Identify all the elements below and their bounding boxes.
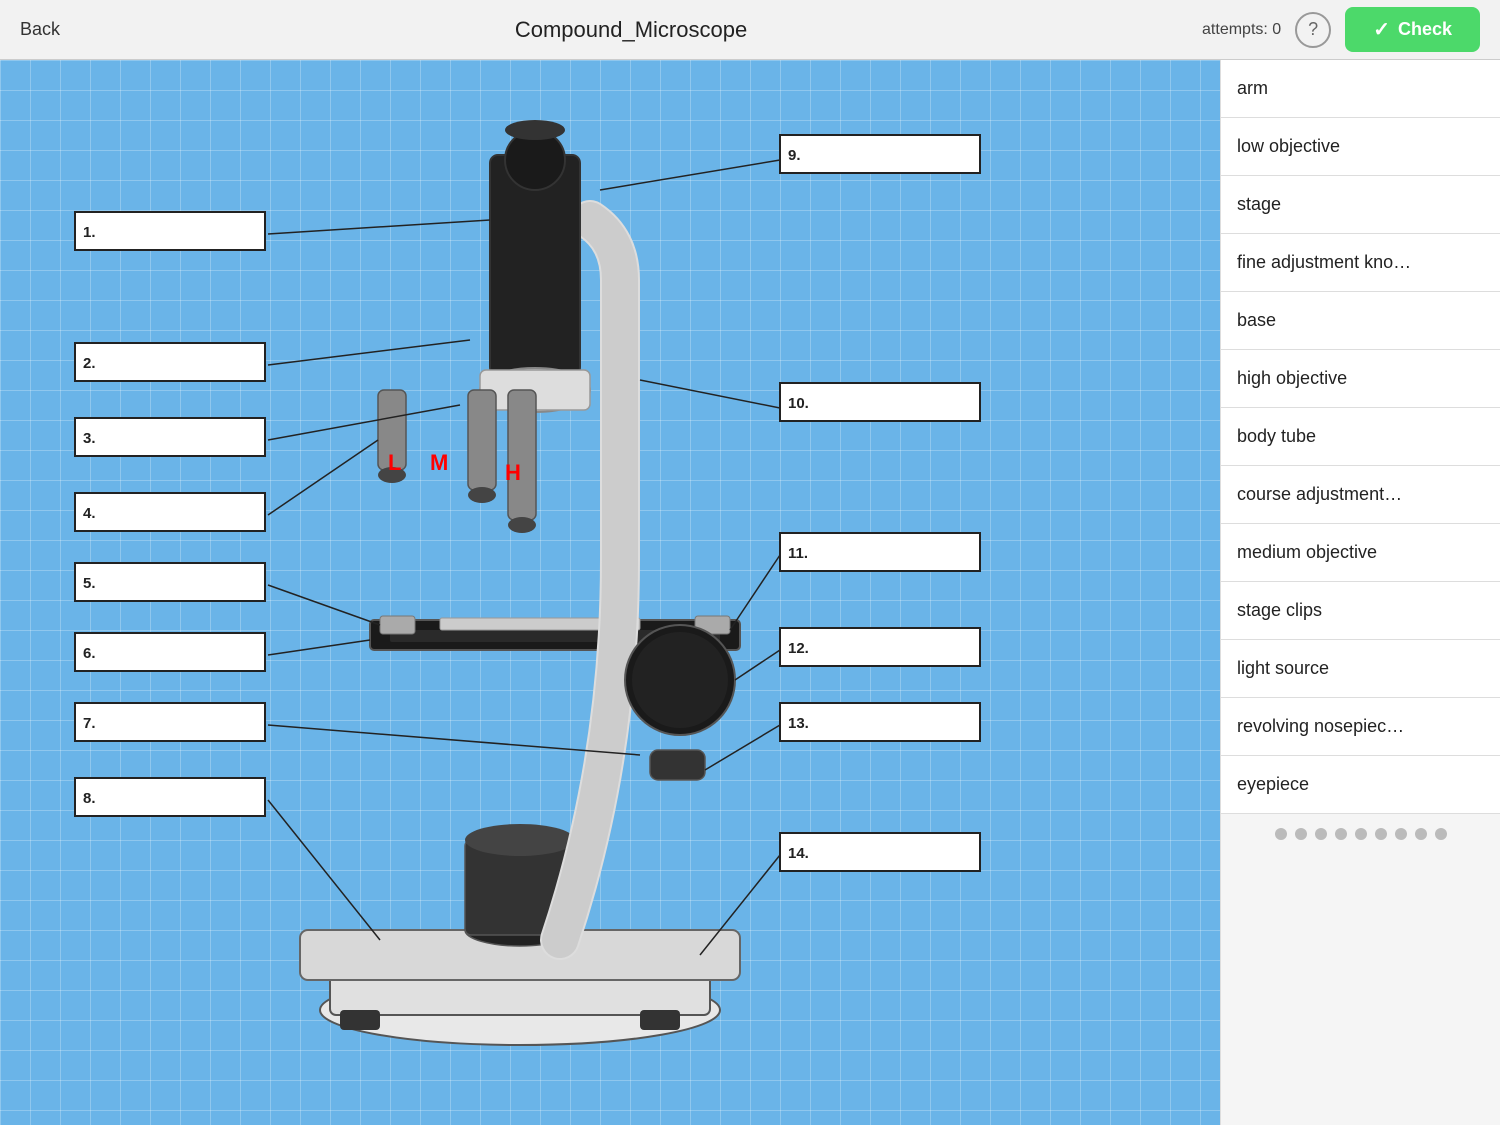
dot-5: [1355, 828, 1367, 840]
header: Back Compound_Microscope attempts: 0 ? C…: [0, 0, 1500, 60]
svg-text:L: L: [388, 450, 401, 475]
answer-body-tube[interactable]: body tube: [1221, 408, 1500, 466]
answer-high-objective[interactable]: high objective: [1221, 350, 1500, 408]
back-button[interactable]: Back: [20, 19, 60, 40]
svg-text:3.: 3.: [83, 430, 96, 447]
svg-text:5.: 5.: [83, 575, 96, 592]
check-button[interactable]: Check: [1345, 7, 1480, 52]
main-area: L M H: [0, 60, 1500, 1125]
header-right: attempts: 0 ? Check: [1202, 7, 1480, 52]
answer-medium-objective[interactable]: medium objective: [1221, 524, 1500, 582]
dot-7: [1395, 828, 1407, 840]
dot-2: [1295, 828, 1307, 840]
dot-4: [1335, 828, 1347, 840]
dots-row: [1221, 814, 1500, 854]
svg-text:M: M: [430, 450, 448, 475]
answer-low-objective[interactable]: low objective: [1221, 118, 1500, 176]
dot-8: [1415, 828, 1427, 840]
answer-base[interactable]: base: [1221, 292, 1500, 350]
attempts-label: attempts: 0: [1202, 21, 1281, 39]
svg-text:7.: 7.: [83, 715, 96, 732]
answer-stage-clips[interactable]: stage clips: [1221, 582, 1500, 640]
microscope-diagram: L M H: [0, 60, 1220, 1125]
dot-6: [1375, 828, 1387, 840]
svg-text:H: H: [505, 460, 521, 485]
diagram-area: L M H: [0, 60, 1220, 1125]
right-panel: arm low objective stage fine adjustment …: [1220, 60, 1500, 1125]
svg-text:6.: 6.: [83, 645, 96, 662]
answer-eyepiece[interactable]: eyepiece: [1221, 756, 1500, 814]
svg-text:12.: 12.: [788, 640, 809, 657]
answer-light-source[interactable]: light source: [1221, 640, 1500, 698]
answer-stage[interactable]: stage: [1221, 176, 1500, 234]
answer-revolving-nosepiece[interactable]: revolving nosepiec…: [1221, 698, 1500, 756]
svg-text:1.: 1.: [83, 224, 96, 241]
svg-text:11.: 11.: [788, 545, 808, 562]
answer-fine-adjustment[interactable]: fine adjustment kno…: [1221, 234, 1500, 292]
svg-text:9.: 9.: [788, 147, 801, 164]
page-title: Compound_Microscope: [515, 17, 747, 43]
dot-1: [1275, 828, 1287, 840]
answer-course-adjustment[interactable]: course adjustment…: [1221, 466, 1500, 524]
svg-text:14.: 14.: [788, 845, 809, 862]
dot-3: [1315, 828, 1327, 840]
dot-9: [1435, 828, 1447, 840]
svg-text:10.: 10.: [788, 395, 809, 412]
answer-arm[interactable]: arm: [1221, 60, 1500, 118]
svg-text:2.: 2.: [83, 355, 96, 372]
svg-text:8.: 8.: [83, 790, 96, 807]
svg-text:4.: 4.: [83, 505, 96, 522]
help-button[interactable]: ?: [1295, 12, 1331, 48]
svg-text:13.: 13.: [788, 715, 809, 732]
